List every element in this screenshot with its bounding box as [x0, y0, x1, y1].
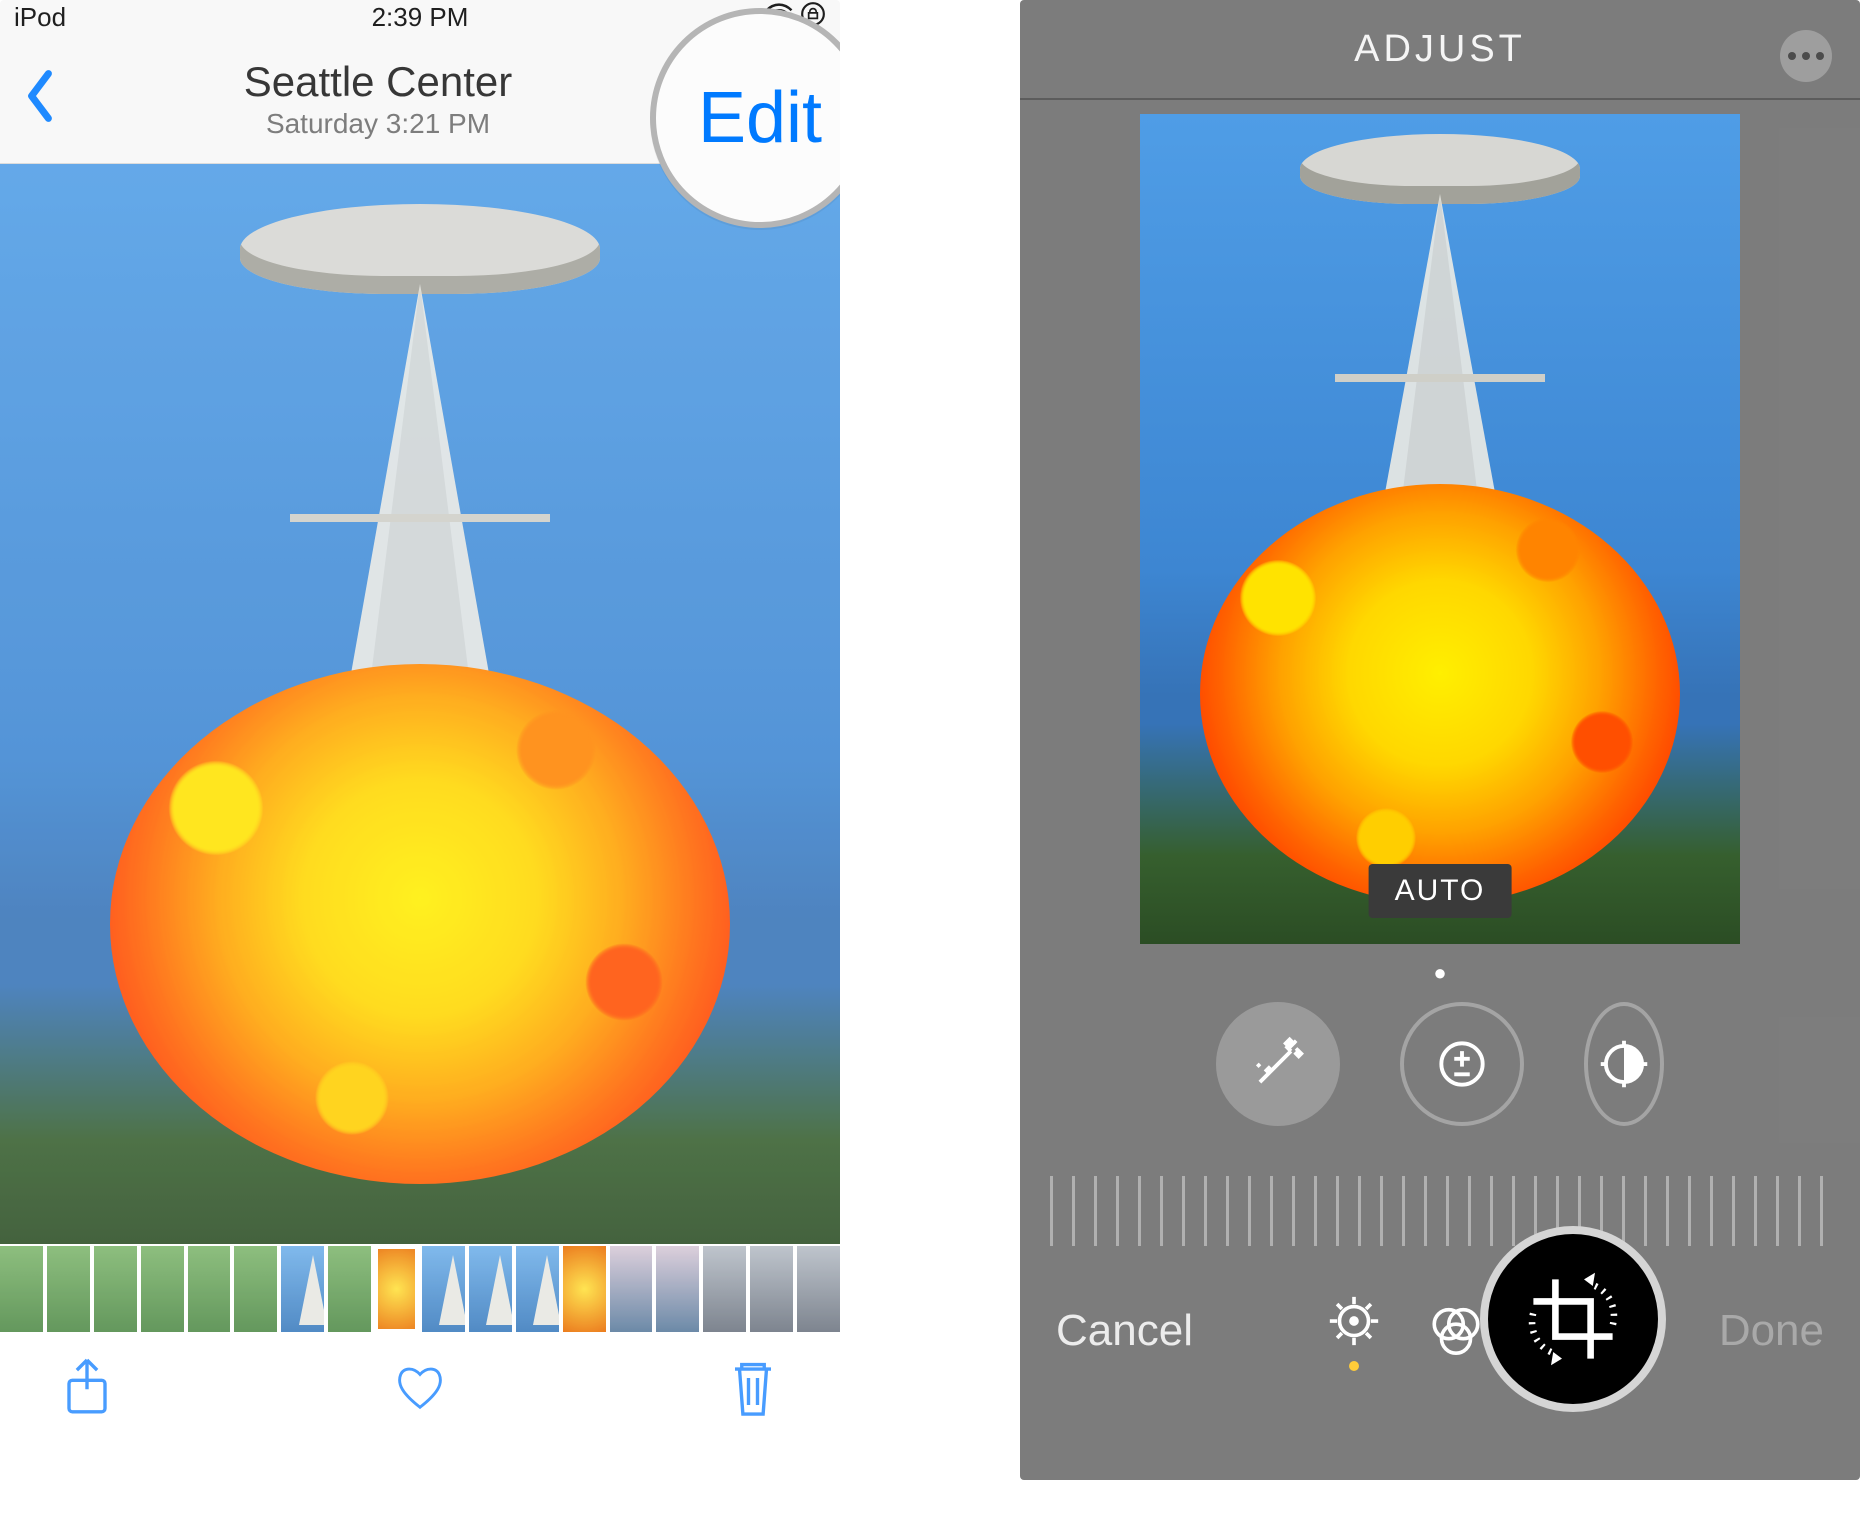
thumbnail[interactable]	[94, 1246, 137, 1332]
thumbnail[interactable]	[656, 1246, 699, 1332]
thumbnail[interactable]	[141, 1246, 184, 1332]
thumbnail[interactable]	[328, 1246, 371, 1332]
filters-tab[interactable]	[1427, 1300, 1485, 1363]
tutorial-highlight-crop	[1480, 1226, 1666, 1412]
thumbnail[interactable]	[469, 1246, 512, 1332]
adjustment-controls	[1020, 992, 1860, 1166]
adjust-tab[interactable]	[1325, 1292, 1383, 1371]
back-button[interactable]	[22, 68, 58, 129]
thumbnail[interactable]	[797, 1246, 840, 1332]
thumbnail[interactable]	[516, 1246, 559, 1332]
photo-edit-screen: ADJUST AUTO ●	[1020, 0, 1860, 1480]
thumbnail[interactable]	[47, 1246, 90, 1332]
thumbnail[interactable]	[703, 1246, 746, 1332]
thumbnail[interactable]	[750, 1246, 793, 1332]
thumbnail[interactable]	[563, 1246, 606, 1332]
delete-button[interactable]	[726, 1355, 780, 1424]
page-indicator: ●	[1020, 944, 1860, 992]
edit-bottom-bar: Cancel Done	[1020, 1256, 1860, 1406]
thumbnail[interactable]	[610, 1246, 653, 1332]
auto-enhance-badge: AUTO	[1369, 864, 1512, 918]
crop-rotate-icon[interactable]	[1518, 1264, 1628, 1374]
photo-viewport[interactable]	[0, 164, 840, 1244]
favorite-button[interactable]	[393, 1355, 447, 1424]
thumbnail[interactable]	[234, 1246, 277, 1332]
photo-toolbar	[0, 1334, 840, 1444]
thumbnail[interactable]	[281, 1246, 324, 1332]
status-time: 2:39 PM	[285, 2, 556, 33]
brightness-button[interactable]	[1584, 1002, 1664, 1126]
done-button[interactable]: Done	[1719, 1306, 1824, 1356]
thumbnail[interactable]	[422, 1246, 465, 1332]
adjustment-slider[interactable]	[1050, 1176, 1830, 1246]
edit-mode-title: ADJUST	[1020, 0, 1860, 100]
edit-photo-preview[interactable]: AUTO	[1140, 114, 1740, 944]
exposure-button[interactable]	[1400, 1002, 1524, 1126]
auto-enhance-button[interactable]	[1216, 1002, 1340, 1126]
edit-canvas-area: AUTO	[1020, 100, 1860, 944]
adjust-label: ADJUST	[1354, 28, 1526, 71]
status-device: iPod	[14, 2, 285, 33]
edit-button-highlighted[interactable]: Edit	[698, 77, 822, 159]
photo-date-subtitle: Saturday 3:21 PM	[58, 108, 698, 140]
photo-location-title: Seattle Center	[58, 58, 698, 106]
thumbnail[interactable]	[0, 1246, 43, 1332]
more-options-button[interactable]	[1780, 30, 1832, 82]
nav-title: Seattle Center Saturday 3:21 PM	[58, 58, 698, 140]
thumbnail-strip[interactable]	[0, 1244, 840, 1334]
thumbnail[interactable]	[188, 1246, 231, 1332]
photos-app-screen: iPod 2:39 PM Seattle Center Saturday 3:2…	[0, 0, 840, 1480]
thumbnail-current[interactable]	[375, 1246, 418, 1332]
cancel-button[interactable]: Cancel	[1056, 1306, 1193, 1356]
share-button[interactable]	[60, 1355, 114, 1424]
